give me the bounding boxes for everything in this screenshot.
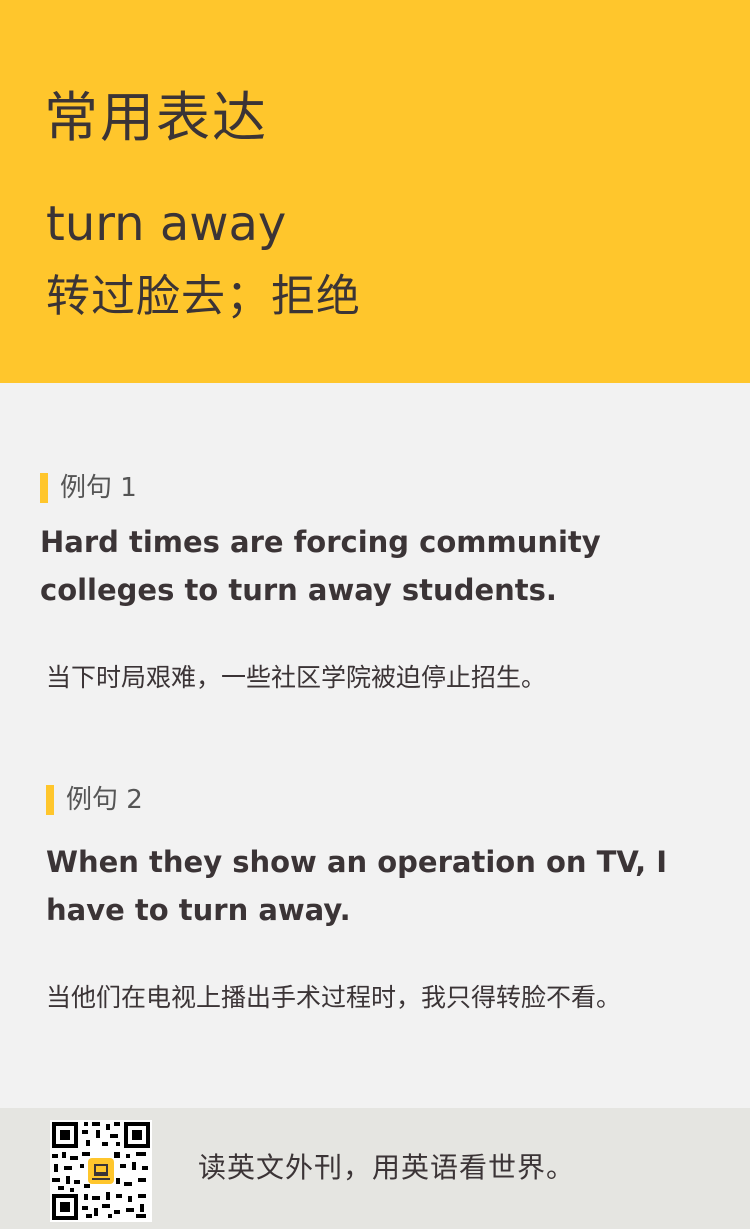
example-2-label-text: 例句 2 xyxy=(66,785,143,815)
footer-slogan: 读英文外刊，用英语看世界。 xyxy=(198,1151,576,1184)
example-1-chinese: 当下时局艰难，一些社区学院被迫停止招生。 xyxy=(46,663,547,692)
qr-code-icon xyxy=(50,1120,152,1222)
example-1-english: Hard times are forcing community college… xyxy=(40,525,601,607)
example-1-label: 例句 1 xyxy=(40,472,137,504)
label-accent-bar xyxy=(40,473,48,503)
phrase-chinese: 转过脸去；拒绝 xyxy=(46,271,361,322)
header-banner: 常用表达 turn away 转过脸去；拒绝 xyxy=(0,0,750,383)
example-1-label-text: 例句 1 xyxy=(60,473,137,503)
label-accent-bar xyxy=(46,785,54,815)
phrase-english: turn away xyxy=(46,196,287,252)
page-title: 常用表达 xyxy=(44,86,268,149)
example-2-chinese: 当他们在电视上播出手术过程时，我只得转脸不看。 xyxy=(46,983,622,1012)
example-2-english: When they show an operation on TV, I hav… xyxy=(46,845,667,927)
example-2-label: 例句 2 xyxy=(46,784,143,816)
